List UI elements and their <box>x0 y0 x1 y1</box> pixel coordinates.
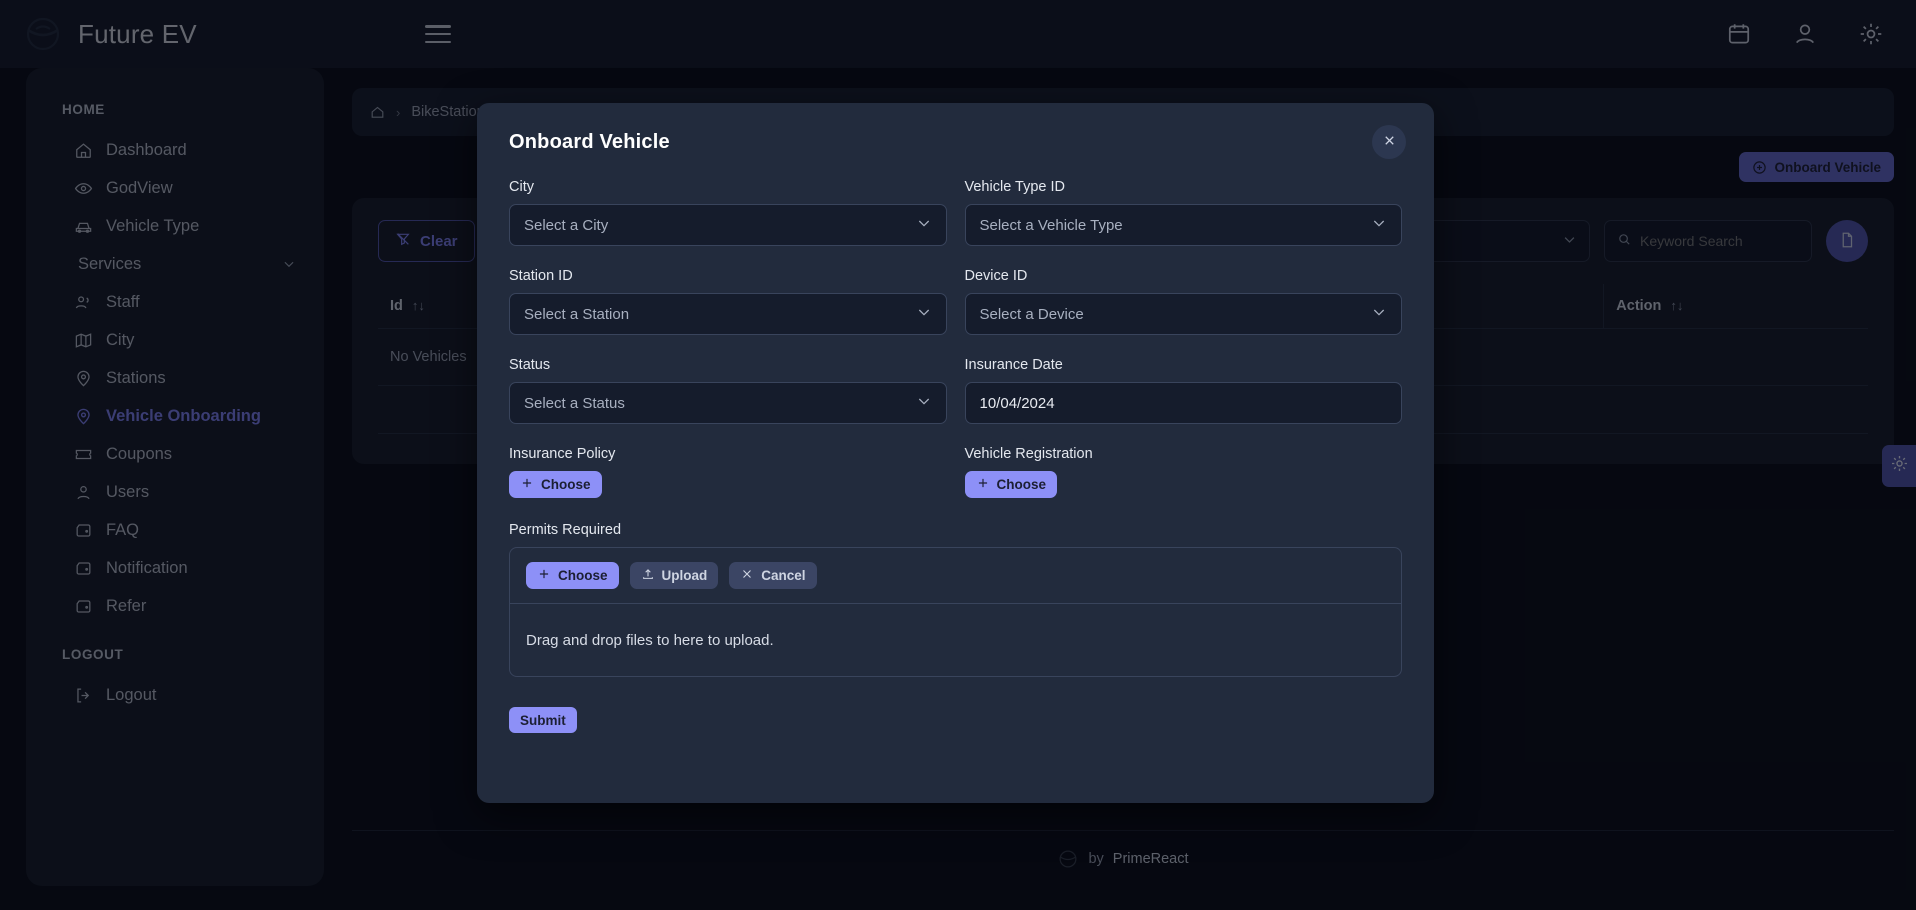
field-vehicle-type-id: Vehicle Type ID Select a Vehicle Type <box>964 179 1402 246</box>
plus-icon <box>976 476 990 493</box>
permits-upload-panel: Choose Upload Cancel Drag and drop files… <box>509 547 1402 677</box>
field-city: City Select a City <box>509 179 947 246</box>
permits-required-section: Permits Required Choose Upload Cancel Dr… <box>509 522 1402 677</box>
device-select[interactable]: Select a Device <box>964 293 1402 335</box>
field-label: City <box>509 179 534 195</box>
dialog-title: Onboard Vehicle <box>509 131 670 153</box>
vehicle-type-select[interactable]: Select a Vehicle Type <box>964 204 1402 246</box>
chevron-down-icon <box>916 393 932 413</box>
chevron-down-icon <box>1371 215 1387 235</box>
device-select-value: Select a Device <box>979 305 1084 323</box>
chevron-down-icon <box>1371 304 1387 324</box>
dialog-form-grid: City Select a City Vehicle Type ID Selec… <box>509 179 1402 520</box>
permits-choose-button[interactable]: Choose <box>526 562 619 589</box>
field-label: Vehicle Registration <box>964 446 1093 462</box>
field-insurance-date: Insurance Date <box>964 357 1402 424</box>
choose-label: Choose <box>996 477 1047 492</box>
field-label: Station ID <box>509 268 573 284</box>
insurance-policy-choose-button[interactable]: Choose <box>509 471 602 498</box>
field-label: Device ID <box>964 268 1028 284</box>
submit-button[interactable]: Submit <box>509 707 577 733</box>
insurance-date-field[interactable] <box>964 382 1402 424</box>
plus-icon <box>520 476 534 493</box>
field-status: Status Select a Status <box>509 357 947 424</box>
field-label: Insurance Date <box>964 357 1063 373</box>
chevron-down-icon <box>916 215 932 235</box>
permits-toolbar: Choose Upload Cancel <box>510 548 1401 604</box>
field-label: Insurance Policy <box>509 446 616 462</box>
permits-label: Permits Required <box>509 522 622 538</box>
permits-cancel-button[interactable]: Cancel <box>729 562 817 589</box>
city-select[interactable]: Select a City <box>509 204 947 246</box>
field-device-id: Device ID Select a Device <box>964 268 1402 335</box>
status-select-value: Select a Status <box>524 394 625 412</box>
onboard-vehicle-dialog: Onboard Vehicle City Select a City Vehic… <box>477 103 1434 803</box>
upload-icon <box>641 567 655 584</box>
station-select[interactable]: Select a Station <box>509 293 947 335</box>
status-select[interactable]: Select a Status <box>509 382 947 424</box>
upload-label: Upload <box>661 568 708 583</box>
close-dialog-button[interactable] <box>1372 125 1406 159</box>
field-station-id: Station ID Select a Station <box>509 268 947 335</box>
insurance-date-input[interactable] <box>979 394 1387 412</box>
cancel-label: Cancel <box>761 568 806 583</box>
city-select-value: Select a City <box>524 216 609 234</box>
vehicle-registration-choose-button[interactable]: Choose <box>964 471 1058 498</box>
dropzone-text: Drag and drop files to here to upload. <box>526 631 774 649</box>
times-icon <box>740 567 754 584</box>
plus-icon <box>537 567 551 584</box>
permits-dropzone[interactable]: Drag and drop files to here to upload. <box>510 604 1401 676</box>
close-icon <box>1382 133 1397 151</box>
chevron-down-icon <box>916 304 932 324</box>
station-select-value: Select a Station <box>524 305 630 323</box>
vehicle-type-select-value: Select a Vehicle Type <box>979 216 1123 234</box>
choose-label: Choose <box>558 568 608 583</box>
field-label: Status <box>509 357 551 373</box>
permits-upload-button[interactable]: Upload <box>629 562 719 589</box>
field-insurance-policy: Insurance Policy Choose <box>509 446 947 498</box>
field-label: Vehicle Type ID <box>964 179 1066 195</box>
field-vehicle-registration: Vehicle Registration Choose <box>964 446 1403 498</box>
choose-label: Choose <box>541 477 591 492</box>
